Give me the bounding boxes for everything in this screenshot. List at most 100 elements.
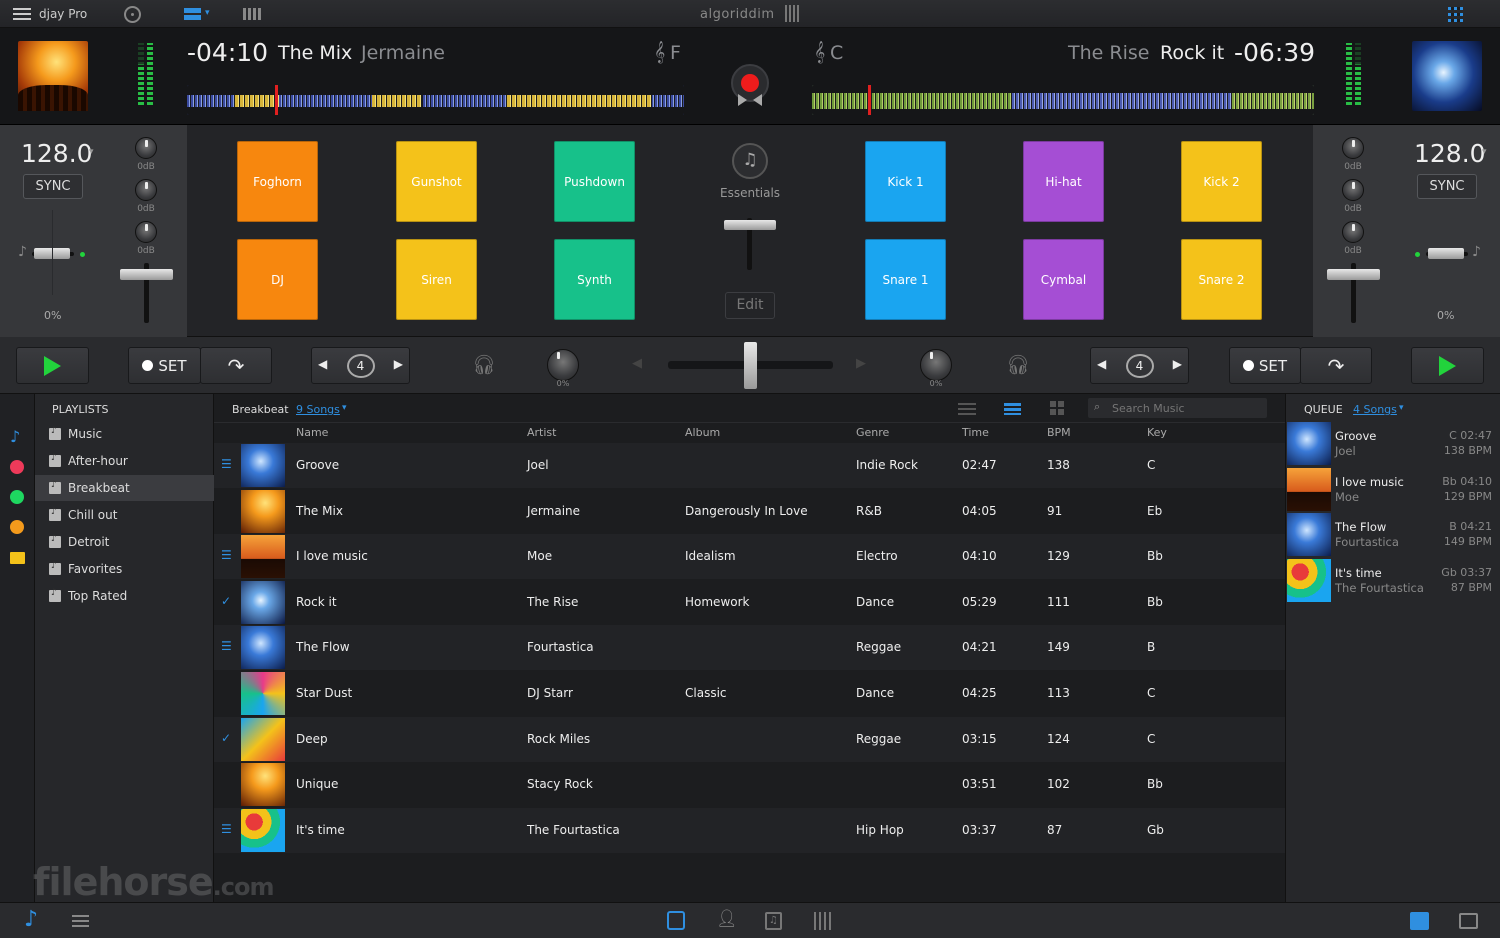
table-row[interactable]: ☰ I love music Moe Idealism Electro 04:10 129 B… bbox=[214, 534, 1285, 580]
deck-left-key-icon[interactable]: 𝄞 bbox=[654, 41, 665, 63]
sampler-pad[interactable]: Gunshot bbox=[396, 141, 477, 222]
deck-right-pitch-thumb[interactable] bbox=[1428, 248, 1464, 259]
deck-left-filter-knob[interactable] bbox=[547, 349, 579, 381]
sampler-pad[interactable]: Foghorn bbox=[237, 141, 318, 222]
deck-right-sync-button[interactable]: SYNC bbox=[1417, 174, 1477, 199]
deck-left-volume-thumb[interactable] bbox=[120, 269, 173, 280]
playlist-item[interactable]: After-hour bbox=[35, 448, 214, 474]
sampler-pad[interactable]: Hi-hat bbox=[1023, 141, 1104, 222]
deck-right-volume-thumb[interactable] bbox=[1327, 269, 1380, 280]
menu-icon[interactable] bbox=[13, 8, 31, 20]
search-box[interactable]: ⌕ bbox=[1088, 398, 1267, 418]
deck-left-key[interactable]: F bbox=[670, 42, 681, 64]
deck-right-skip-button[interactable]: ↷ bbox=[1300, 347, 1372, 384]
deck-left-cue-headphones-icon[interactable]: 🎧︎ bbox=[472, 353, 496, 376]
queue-item[interactable]: The Flow Fourtastica B 04:21 149 BPM bbox=[1286, 512, 1500, 557]
grid-view-icon[interactable] bbox=[1050, 401, 1064, 415]
playlist-item[interactable]: Favorites bbox=[35, 556, 214, 582]
sampler-pad[interactable]: Snare 1 bbox=[865, 239, 946, 320]
chevron-right-icon[interactable]: ▶ bbox=[1173, 357, 1182, 371]
table-row[interactable]: The Mix Jermaine Dangerously In Love R&B 04:… bbox=[214, 489, 1285, 534]
deck-right-play-button[interactable] bbox=[1411, 347, 1484, 384]
sampler-pad[interactable]: Siren bbox=[396, 239, 477, 320]
mixer-icon[interactable] bbox=[814, 912, 832, 930]
waveform-view-icon[interactable] bbox=[243, 8, 263, 20]
deck-left-eq-mid-knob[interactable] bbox=[135, 179, 157, 201]
sampler-pad[interactable]: Pushdown bbox=[554, 141, 635, 222]
playlist-queue-icon[interactable] bbox=[72, 915, 89, 927]
deck-left-set-cue-button[interactable]: SET bbox=[128, 347, 201, 384]
deck-right-cue-headphones-icon[interactable]: 🎧︎ bbox=[1006, 353, 1030, 376]
deck-right-filter-knob[interactable] bbox=[920, 349, 952, 381]
song-count-dropdown[interactable]: 9 Songs bbox=[296, 403, 340, 416]
crossfader-right-arrow-icon[interactable]: ▶ bbox=[856, 356, 866, 371]
deck-right-set-cue-button[interactable]: SET bbox=[1229, 347, 1301, 384]
playlist-item[interactable]: Detroit bbox=[35, 529, 214, 555]
sampler-pad[interactable]: Snare 2 bbox=[1181, 239, 1262, 320]
swap-decks-icon[interactable] bbox=[738, 92, 762, 110]
playlist-item[interactable]: Chill out bbox=[35, 502, 214, 528]
chevron-down-icon[interactable]: ▾ bbox=[342, 403, 347, 413]
table-row[interactable]: ✓ Deep Rock Miles Reggae 03:15 124 C bbox=[214, 716, 1285, 762]
deck-right-loop-control[interactable]: ◀ 4 ▶ bbox=[1090, 347, 1189, 384]
col-header-name[interactable]: Name bbox=[296, 426, 328, 439]
sampler-pad[interactable]: Kick 2 bbox=[1181, 141, 1262, 222]
deck-right-key-icon[interactable]: 𝄞 bbox=[814, 41, 825, 63]
spotify-source-icon[interactable] bbox=[10, 490, 24, 504]
history-source-icon[interactable] bbox=[10, 520, 24, 534]
sampler-pad[interactable]: Cymbal bbox=[1023, 239, 1104, 320]
chevron-down-icon[interactable]: ▾ bbox=[1482, 147, 1487, 157]
playlist-item-selected[interactable]: Breakbeat bbox=[35, 475, 214, 501]
chevron-left-icon[interactable]: ◀ bbox=[1097, 357, 1106, 371]
table-row[interactable]: ☰ Groove Joel Indie Rock 02:47 138 C bbox=[214, 443, 1285, 488]
table-row[interactable]: Star Dust DJ Starr Classic Dance 04:25 113 C bbox=[214, 671, 1285, 716]
chevron-left-icon[interactable]: ◀ bbox=[318, 357, 327, 371]
sampler-edit-button[interactable]: Edit bbox=[725, 292, 775, 319]
col-header-time[interactable]: Time bbox=[962, 426, 989, 439]
deck-left-bpm[interactable]: 128.0 bbox=[21, 139, 93, 168]
table-row[interactable]: ☰ The Flow Fourtastica Reggae 04:21 149 B bbox=[214, 625, 1285, 671]
deck-left-eq-low-knob[interactable] bbox=[135, 221, 157, 243]
itunes-source-icon[interactable] bbox=[10, 460, 24, 474]
folder-source-icon[interactable] bbox=[10, 552, 25, 564]
user-icon[interactable]: 👤︎ bbox=[716, 909, 738, 929]
layout-view-icon[interactable] bbox=[184, 8, 201, 20]
deck-layout-icon[interactable] bbox=[1459, 913, 1478, 929]
crossfader-left-arrow-icon[interactable]: ◀ bbox=[632, 356, 642, 371]
playlist-item[interactable]: Top Rated bbox=[35, 583, 214, 609]
col-header-genre[interactable]: Genre bbox=[856, 426, 889, 439]
search-input[interactable] bbox=[1112, 400, 1262, 416]
grid-apps-icon[interactable] bbox=[1448, 7, 1463, 22]
table-row[interactable]: ☰ It's time The Fourtastica Hip Hop 03:37 87 G… bbox=[214, 807, 1285, 853]
deck-right-eq-high-knob[interactable] bbox=[1342, 137, 1364, 159]
sampler-pad[interactable]: DJ bbox=[237, 239, 318, 320]
deck-left-play-button[interactable] bbox=[16, 347, 89, 384]
sampler-pad[interactable]: Kick 1 bbox=[865, 141, 946, 222]
music-source-icon[interactable]: ♪ bbox=[10, 427, 20, 446]
deck-left-waveform[interactable] bbox=[187, 85, 684, 115]
detail-view-icon[interactable] bbox=[1004, 403, 1021, 415]
chevron-right-icon[interactable]: ▶ bbox=[394, 357, 403, 371]
col-header-key[interactable]: Key bbox=[1147, 426, 1167, 439]
chevron-down-icon[interactable]: ▾ bbox=[89, 147, 94, 157]
turntable-view-icon[interactable] bbox=[124, 6, 141, 23]
list-toggle-icon[interactable] bbox=[1410, 912, 1429, 930]
sampler-volume-thumb[interactable] bbox=[724, 220, 776, 230]
queue-item[interactable]: I love music Moe Bb 04:10 129 BPM bbox=[1286, 467, 1500, 512]
deck-right-waveform[interactable] bbox=[812, 85, 1314, 115]
table-row[interactable]: ✓ Rock it The Rise Homework Dance 05:29 111 Bb bbox=[214, 580, 1285, 625]
list-view-icon[interactable] bbox=[958, 403, 976, 415]
music-library-icon[interactable]: ♪ bbox=[24, 907, 38, 932]
deck-left-sync-button[interactable]: SYNC bbox=[23, 174, 83, 199]
deck-right-bpm[interactable]: 128.0 bbox=[1414, 139, 1486, 168]
deck-right-eq-low-knob[interactable] bbox=[1342, 221, 1364, 243]
col-header-artist[interactable]: Artist bbox=[527, 426, 556, 439]
col-header-album[interactable]: Album bbox=[685, 426, 720, 439]
album-view-icon[interactable]: ♫ bbox=[765, 912, 782, 930]
deck-left-loop-control[interactable]: ◀ 4 ▶ bbox=[311, 347, 410, 384]
chevron-down-icon[interactable]: ▾ bbox=[1399, 403, 1404, 413]
crossfader-thumb[interactable] bbox=[744, 342, 757, 389]
col-header-bpm[interactable]: BPM bbox=[1047, 426, 1071, 439]
table-row[interactable]: Unique Stacy Rock 03:51 102 Bb bbox=[214, 762, 1285, 807]
deck-right-key[interactable]: C bbox=[830, 42, 843, 64]
